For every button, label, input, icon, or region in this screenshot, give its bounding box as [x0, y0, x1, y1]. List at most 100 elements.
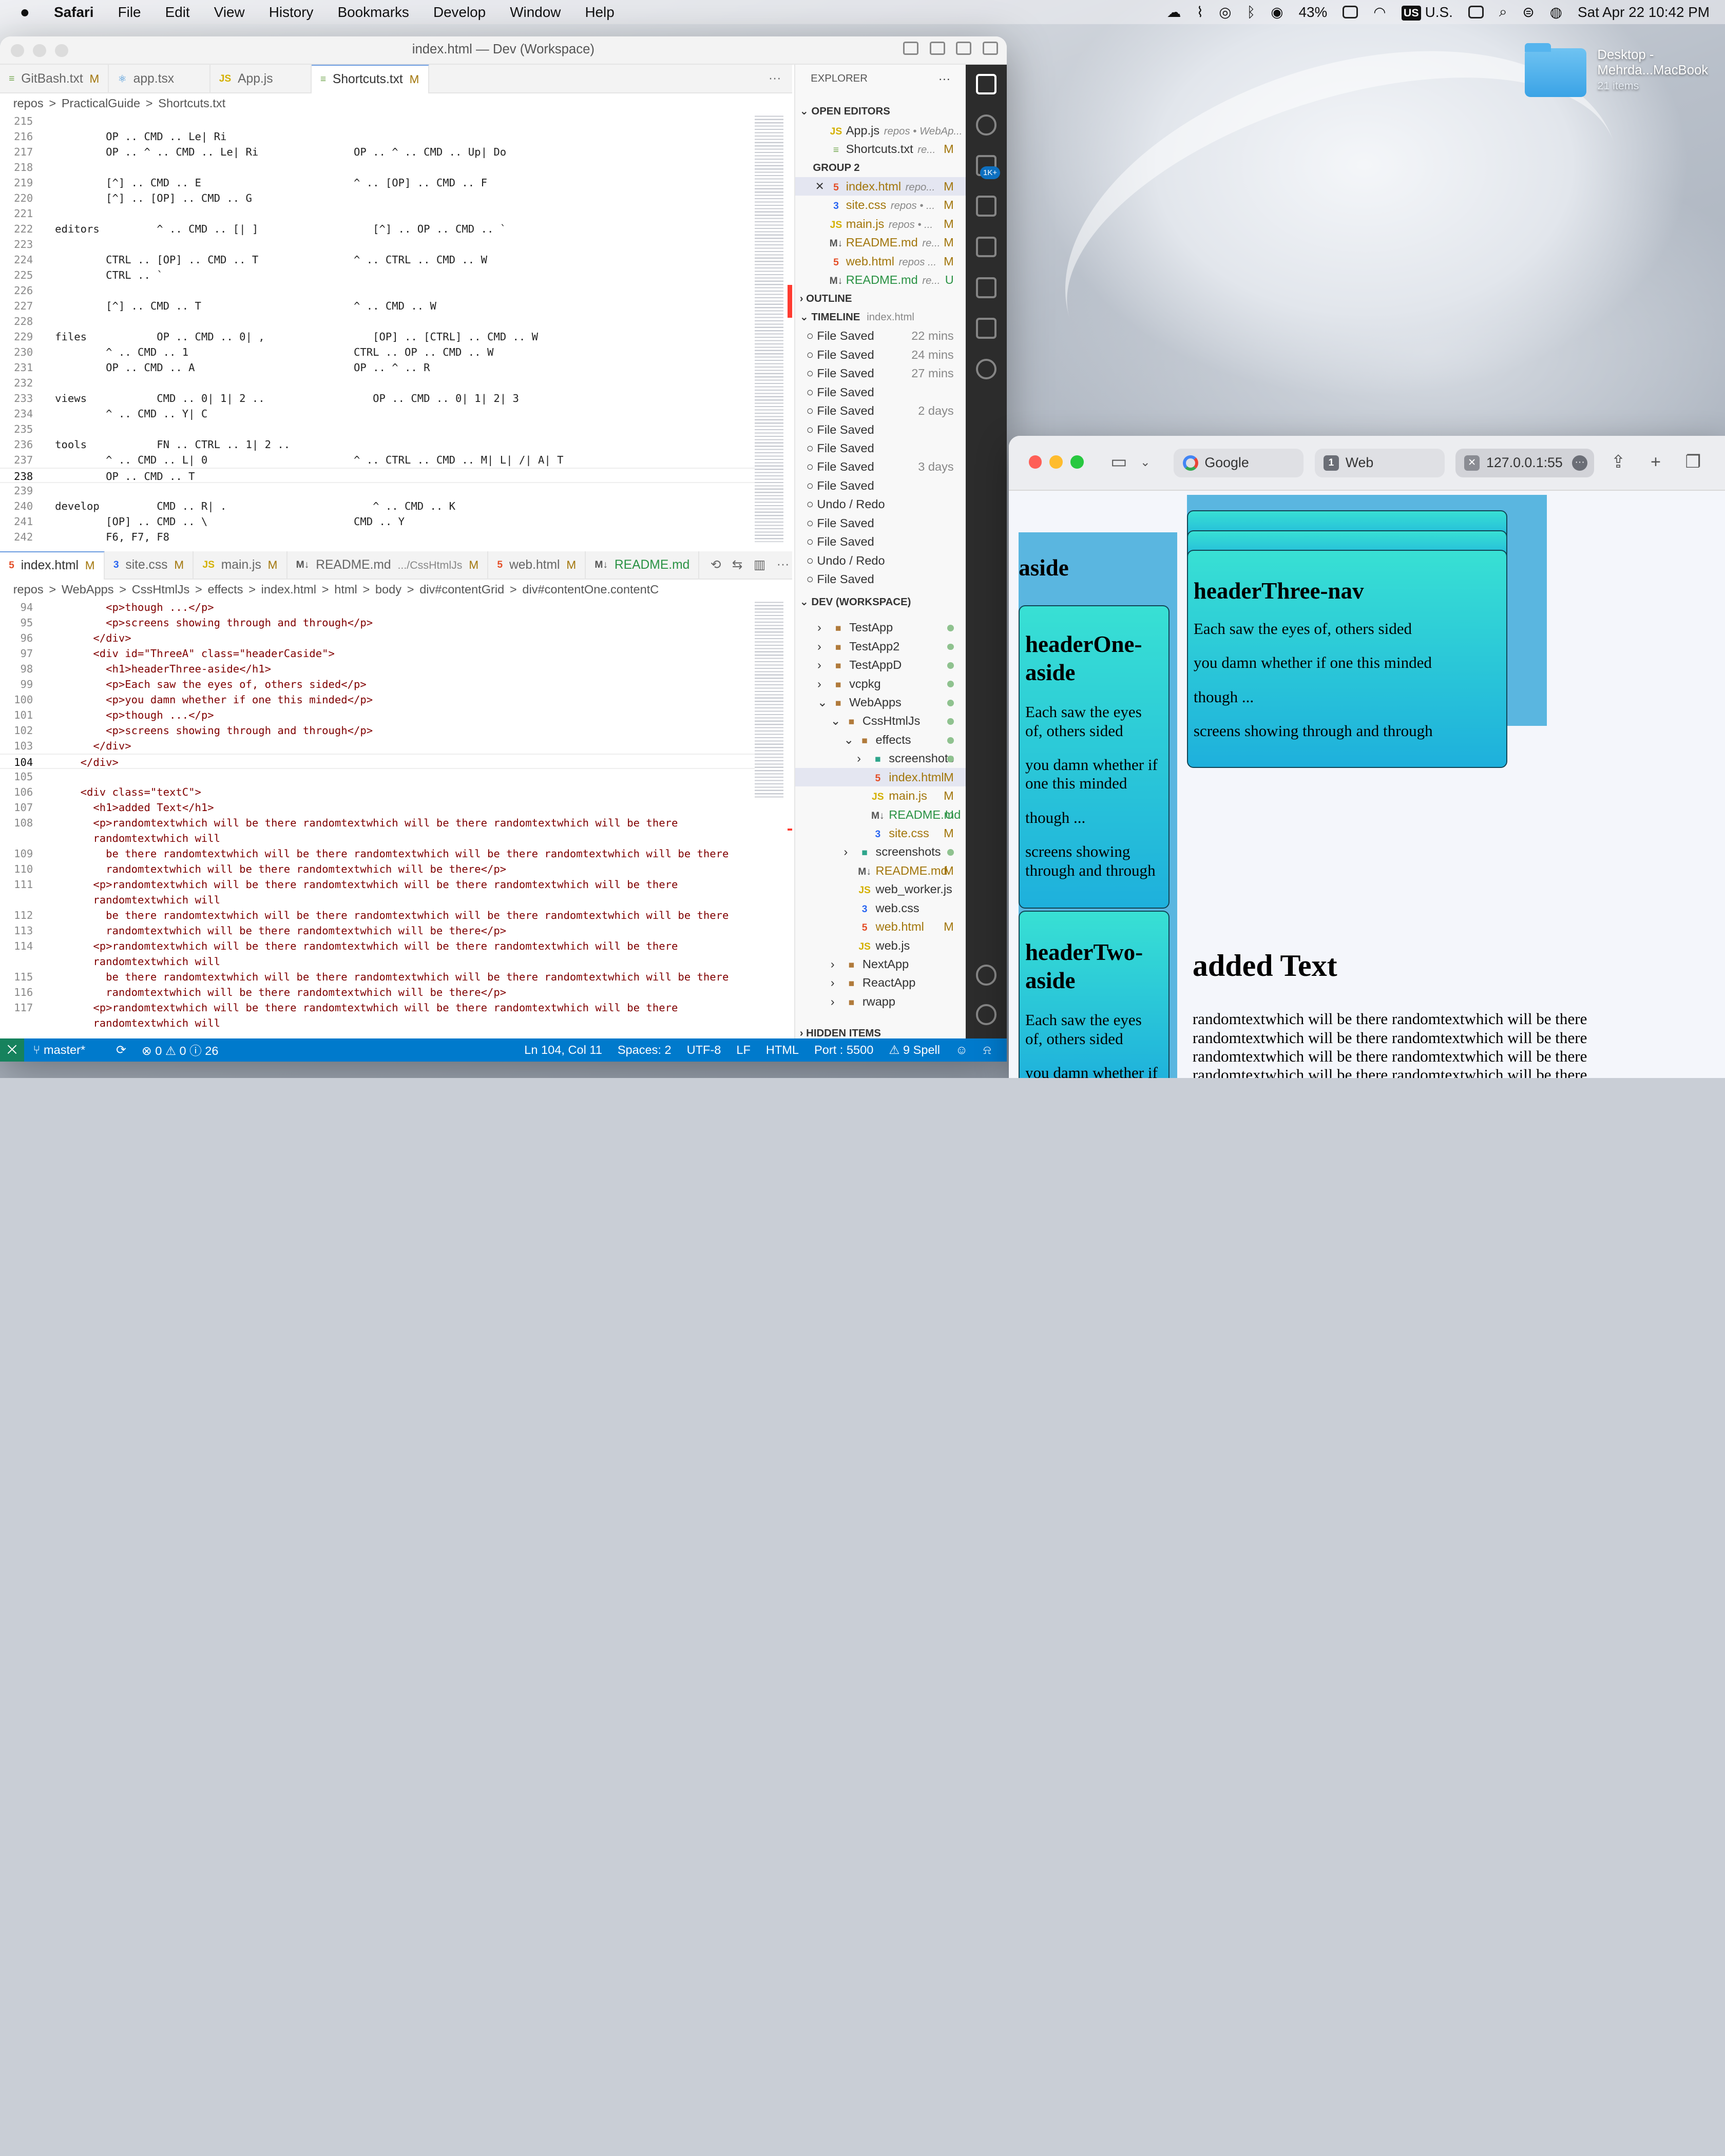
group2-editor-item[interactable]: M↓ README.md re... U	[795, 271, 967, 289]
timeline-item[interactable]: ○ File Saved	[795, 439, 967, 457]
new-tab-icon[interactable]: +	[1647, 453, 1664, 471]
menu-window[interactable]: Window	[510, 4, 561, 21]
battery-percent[interactable]: 43%	[1299, 4, 1328, 21]
menu-help[interactable]: Help	[585, 4, 614, 21]
remote-indicator-icon[interactable]: ⨉	[0, 1038, 25, 1062]
toggle-primary-sidebar-icon[interactable]	[903, 42, 919, 55]
breadcrumb-item[interactable]: index.html	[261, 583, 316, 596]
siri-icon[interactable]: ◍	[1550, 4, 1562, 21]
breadcrumb-item[interactable]: WebApps	[62, 583, 114, 596]
timeline-item[interactable]: ○ File Saved 24 mins	[795, 345, 967, 364]
workspace-header[interactable]: ⌄ DEV (WORKSPACE)	[795, 593, 967, 611]
tree-item[interactable]: 5 web.html M	[795, 917, 967, 936]
explorer-more-icon[interactable]: ···	[938, 69, 961, 88]
minimap-group2[interactable]	[755, 599, 783, 798]
breadcrumb-group1[interactable]: repos > PracticalGuide > Shortcuts.txt	[0, 93, 792, 113]
group2-header[interactable]: GROUP 2	[795, 159, 967, 177]
spotlight-search-icon[interactable]: ⌕	[1499, 4, 1507, 21]
indentation[interactable]: Spaces: 2	[618, 1043, 672, 1057]
menu-app-name[interactable]: Safari	[54, 4, 93, 21]
tree-item[interactable]: › ■ TestAppD	[795, 656, 967, 674]
group2-editor-item[interactable]: M↓ README.md re... M	[795, 233, 967, 252]
tree-item[interactable]: › ■ TestApp2	[795, 637, 967, 656]
tree-item[interactable]: › ■ NextApp	[795, 955, 967, 973]
tree-item[interactable]: › ■ TestApp	[795, 618, 967, 637]
spell-check-indicator[interactable]: ⚠ 9 Spell	[889, 1043, 940, 1057]
breadcrumb-item[interactable]: div#contentOne.contentC	[522, 583, 659, 596]
tree-item[interactable]: JS web.js	[795, 936, 967, 955]
page-menu-icon[interactable]: ···	[1572, 455, 1588, 471]
menu-bookmarks[interactable]: Bookmarks	[338, 4, 409, 21]
feedback-icon[interactable]: ☺	[955, 1043, 968, 1057]
tree-item[interactable]: JS web_worker.js	[795, 880, 967, 898]
breadcrumb-item[interactable]: div#contentGrid	[419, 583, 504, 596]
breadcrumb-item[interactable]: body	[375, 583, 401, 596]
tab-readme-csshtmljs[interactable]: M↓ README.md .../CssHtmlJs M	[288, 551, 489, 580]
cloud-icon[interactable]: ☁	[1167, 4, 1181, 21]
input-source-label[interactable]: U.S.	[1425, 4, 1453, 20]
cursor-position[interactable]: Ln 104, Col 11	[524, 1043, 602, 1057]
search-icon[interactable]	[975, 114, 997, 136]
end-of-line[interactable]: LF	[736, 1043, 751, 1057]
tree-item[interactable]: JS main.js M	[795, 786, 967, 805]
tree-item[interactable]: › ■ screenshots	[795, 749, 967, 767]
testing-icon[interactable]	[975, 277, 997, 298]
tree-item[interactable]: 3 web.css	[795, 899, 967, 917]
code-editor-index-html[interactable]: 94 <p>though ...</p> 95 <p>screens showin…	[0, 600, 770, 1040]
menu-view[interactable]: View	[214, 4, 245, 21]
language-mode[interactable]: HTML	[766, 1043, 799, 1057]
breadcrumb-item[interactable]: PracticalGuide	[62, 97, 140, 110]
tab-app-tsx[interactable]: ⚛ app.tsx	[109, 65, 210, 94]
accessibility-icon[interactable]: ◎	[1219, 4, 1231, 21]
battery-icon[interactable]	[1343, 5, 1358, 19]
tree-item[interactable]: › ■ vcpkg	[795, 675, 967, 693]
code-editor-shortcuts[interactable]: 215 216 OP .. CMD .. Le| Ri 217 OP .. ^ ..…	[0, 113, 770, 542]
tree-item[interactable]: › ■ screenshots	[795, 842, 967, 861]
open-editor-item[interactable]: JS App.js repos • WebAp...	[795, 121, 967, 140]
minimize-window-button[interactable]	[1049, 455, 1063, 469]
chevron-down-icon[interactable]: ⌄	[1137, 453, 1154, 471]
breadcrumb-item[interactable]: repos	[13, 583, 44, 596]
live-server-port[interactable]: Port : 5500	[814, 1043, 873, 1057]
explorer-icon[interactable]	[975, 73, 997, 95]
menu-history[interactable]: History	[269, 4, 314, 21]
timeline-item[interactable]: ○ File Saved 2 days	[795, 401, 967, 420]
bookmarks-icon[interactable]	[975, 318, 997, 339]
open-editors-header[interactable]: ⌄ OPEN EDITORS	[795, 102, 967, 121]
tab-google[interactable]: Google	[1174, 449, 1304, 477]
timeline-item[interactable]: ○ Undo / Redo	[795, 495, 967, 513]
close-window-button[interactable]	[1028, 455, 1042, 469]
breadcrumb-group2[interactable]: repos > WebApps > CssHtmlJs > effects > index.ht…	[0, 580, 792, 600]
breadcrumb-item[interactable]: repos	[13, 97, 44, 110]
user-icon[interactable]: ◉	[1271, 4, 1283, 21]
apple-menu-icon[interactable]: ●	[20, 3, 30, 22]
encoding[interactable]: UTF-8	[687, 1043, 721, 1057]
branch-indicator[interactable]: ⑂ master*	[33, 1043, 101, 1057]
breadcrumb-item[interactable]: html	[334, 583, 357, 596]
tree-item[interactable]: 3 site.css M	[795, 824, 967, 842]
zoom-window-button[interactable]	[1070, 455, 1084, 469]
timeline-item[interactable]: ○ File Saved 3 days	[795, 457, 967, 476]
timeline-item[interactable]: ○ File Saved 22 mins	[795, 326, 967, 345]
control-center-icon[interactable]: ⊜	[1522, 4, 1534, 21]
tree-item[interactable]: ⌄ ■ CssHtmlJs	[795, 711, 967, 730]
desktop-folder-label[interactable]: Desktop - Mehrda...MacBook 21 items	[1597, 47, 1708, 93]
toggle-panel-icon[interactable]	[929, 42, 945, 55]
manage-gear-icon[interactable]	[975, 1004, 997, 1026]
open-editor-item[interactable]: ≡ Shortcuts.txt re... M	[795, 140, 967, 158]
breadcrumb-item[interactable]: Shortcuts.txt	[158, 97, 225, 110]
tree-item[interactable]: M↓ README.md M	[795, 861, 967, 880]
tab-localhost[interactable]: ✕ 127.0.0.1:55 ···	[1455, 449, 1594, 477]
timeline-item[interactable]: ○ Undo / Redo	[795, 551, 967, 570]
timeline-item[interactable]: ○ File Saved	[795, 476, 967, 495]
tab-web-html[interactable]: 5 web.html M	[488, 551, 586, 580]
menu-develop[interactable]: Develop	[433, 4, 486, 21]
group2-editor-item[interactable]: 5 web.html repos ... M	[795, 252, 967, 271]
tab-app-js[interactable]: JS App.js	[210, 65, 312, 94]
tree-item[interactable]: M↓ README.md U	[795, 805, 967, 824]
minimize-window-button[interactable]	[33, 44, 46, 57]
split-editor-icon[interactable]: ▥	[754, 557, 765, 572]
tab-web[interactable]: 1 Web	[1314, 449, 1445, 477]
menu-edit[interactable]: Edit	[165, 4, 190, 21]
tab-overview-icon[interactable]: ❐	[1684, 453, 1702, 471]
